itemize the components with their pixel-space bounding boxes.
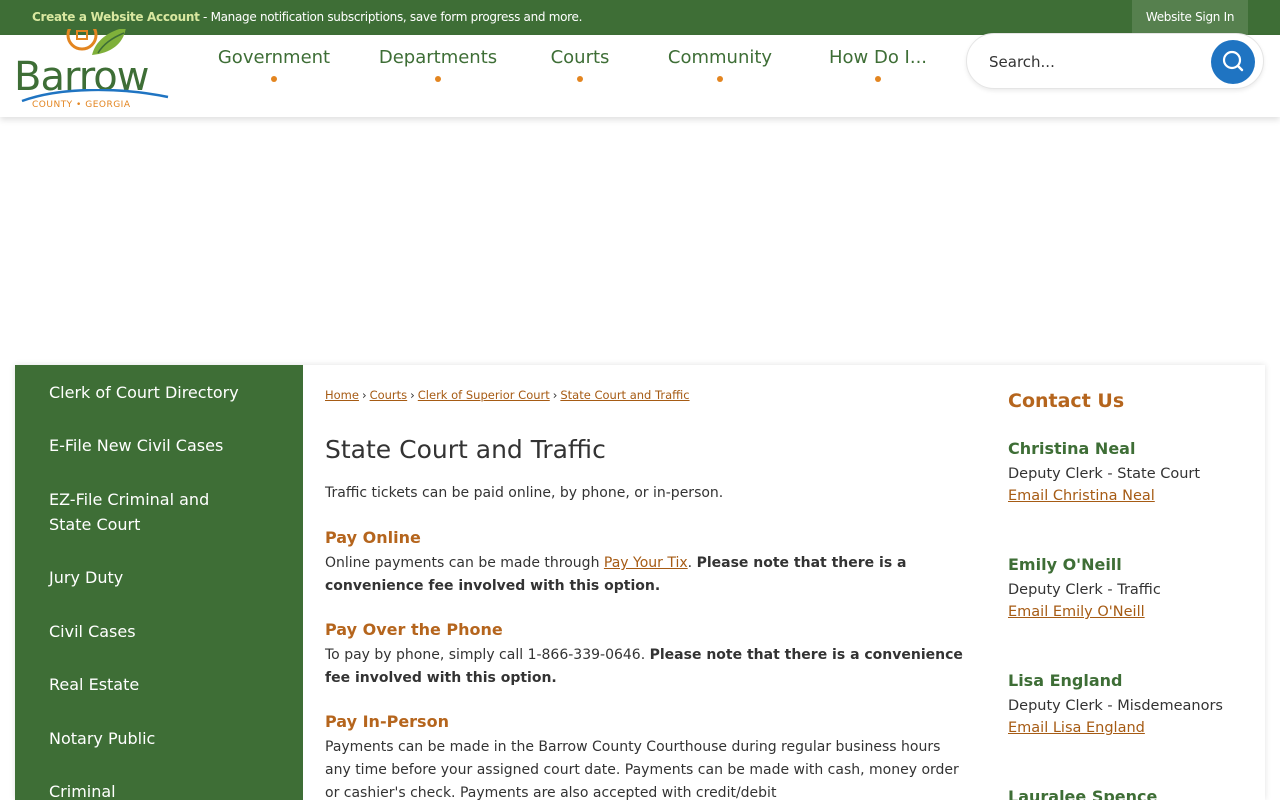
contact-title: Deputy Clerk - Traffic	[1008, 582, 1161, 598]
nav-government[interactable]: Government	[216, 47, 332, 82]
nav-courts[interactable]: Courts	[549, 47, 611, 82]
contact-card: Christina Neal Deputy Clerk - State Cour…	[1008, 439, 1258, 504]
nav-label: Courts	[550, 47, 610, 68]
sidebar-item-efile-civil[interactable]: E-File New Civil Cases	[49, 433, 279, 458]
breadcrumb-separator: ›	[410, 388, 415, 402]
contact-name: Lisa England	[1008, 671, 1123, 690]
sidebar-item-criminal[interactable]: Criminal	[49, 779, 279, 800]
breadcrumb-separator: ›	[552, 388, 558, 402]
page-title: State Court and Traffic	[325, 435, 606, 464]
contact-name: Lauralee Spence	[1008, 787, 1158, 800]
dropdown-dot-icon	[875, 76, 881, 82]
pay-your-tix-link[interactable]: Pay Your Tix	[604, 555, 688, 571]
sidebar-nav: Clerk of Court Directory E-File New Civi…	[15, 365, 303, 800]
logo-subtitle: COUNTY • GEORGIA	[32, 100, 131, 110]
contact-title: Deputy Clerk - State Court	[1008, 466, 1201, 482]
pay-online-punct: .	[687, 555, 697, 571]
nav-community[interactable]: Community	[664, 47, 776, 82]
sidebar-item-clerk-directory[interactable]: Clerk of Court Directory	[49, 380, 279, 405]
nav-label: Government	[217, 47, 331, 68]
breadcrumb: Home › Courts › Clerk of Superior Court › Stat…	[325, 388, 690, 402]
dropdown-dot-icon	[435, 76, 441, 82]
nav-label: Departments	[378, 47, 498, 68]
nav-how-do-i[interactable]: How Do I...	[828, 47, 928, 82]
contact-email-link[interactable]: Email Christina Neal	[1008, 488, 1155, 504]
pay-online-text: Online payments can be made through Pay …	[325, 552, 965, 598]
site-logo[interactable]: Barrow COUNTY • GEORGIA	[12, 29, 182, 115]
pay-phone-body: To pay by phone, simply call 1-866-339-0…	[325, 647, 650, 663]
dropdown-dot-icon	[271, 76, 277, 82]
contact-heading: Contact Us	[1008, 390, 1125, 412]
dropdown-dot-icon	[717, 76, 723, 82]
create-account-link[interactable]: Create a Website Account	[32, 10, 200, 24]
contact-name: Christina Neal	[1008, 439, 1136, 458]
pay-phone-heading: Pay Over the Phone	[325, 620, 503, 639]
search-icon	[1222, 50, 1244, 72]
contact-email-link[interactable]: Email Emily O'Neill	[1008, 604, 1145, 620]
dropdown-dot-icon	[577, 76, 583, 82]
contact-name: Emily O'Neill	[1008, 555, 1122, 574]
search-button[interactable]	[1211, 40, 1255, 84]
top-bar: Create a Website Account - Manage notifi…	[0, 0, 1280, 35]
breadcrumb-current[interactable]: State Court and Traffic	[560, 388, 689, 402]
website-sign-in-button[interactable]: Website Sign In	[1132, 0, 1248, 35]
sidebar-item-civil-cases[interactable]: Civil Cases	[49, 619, 279, 644]
nav-departments[interactable]: Departments	[375, 47, 501, 82]
contact-email-link[interactable]: Email Lisa England	[1008, 720, 1145, 736]
nav-label: Community	[667, 47, 773, 68]
site-search	[966, 33, 1264, 89]
intro-text: Traffic tickets can be paid online, by p…	[325, 485, 724, 501]
contact-card: Emily O'Neill Deputy Clerk - Traffic Ema…	[1008, 555, 1258, 620]
sidebar-item-jury-duty[interactable]: Jury Duty	[49, 565, 279, 590]
sidebar-item-notary-public[interactable]: Notary Public	[49, 726, 279, 751]
contact-card: Lisa England Deputy Clerk - Misdemeanors…	[1008, 671, 1258, 736]
site-header: Barrow COUNTY • GEORGIA Government Depar…	[0, 29, 1280, 117]
pay-online-heading: Pay Online	[325, 528, 421, 547]
contact-title: Deputy Clerk - Misdemeanors	[1008, 698, 1223, 714]
main-panel: Clerk of Court Directory E-File New Civi…	[15, 365, 1265, 800]
sidebar-item-real-estate[interactable]: Real Estate	[49, 672, 279, 697]
breadcrumb-home[interactable]: Home	[325, 388, 359, 402]
account-message-text: - Manage notification subscriptions, sav…	[199, 10, 583, 24]
search-input[interactable]	[989, 48, 1209, 76]
breadcrumb-courts[interactable]: Courts	[370, 388, 408, 402]
nav-label: How Do I...	[828, 47, 928, 68]
pay-phone-text: To pay by phone, simply call 1-866-339-0…	[325, 644, 965, 690]
pay-inperson-heading: Pay In-Person	[325, 712, 449, 731]
breadcrumb-clerk[interactable]: Clerk of Superior Court	[418, 388, 550, 402]
sidebar-item-ezfile-criminal[interactable]: EZ-File Criminal and State Court	[49, 487, 249, 537]
contact-card: Lauralee Spence	[1008, 787, 1258, 800]
breadcrumb-separator: ›	[361, 388, 367, 402]
pay-inperson-text: Payments can be made in the Barrow Count…	[325, 739, 959, 800]
pay-online-body: Online payments can be made through	[325, 555, 604, 571]
